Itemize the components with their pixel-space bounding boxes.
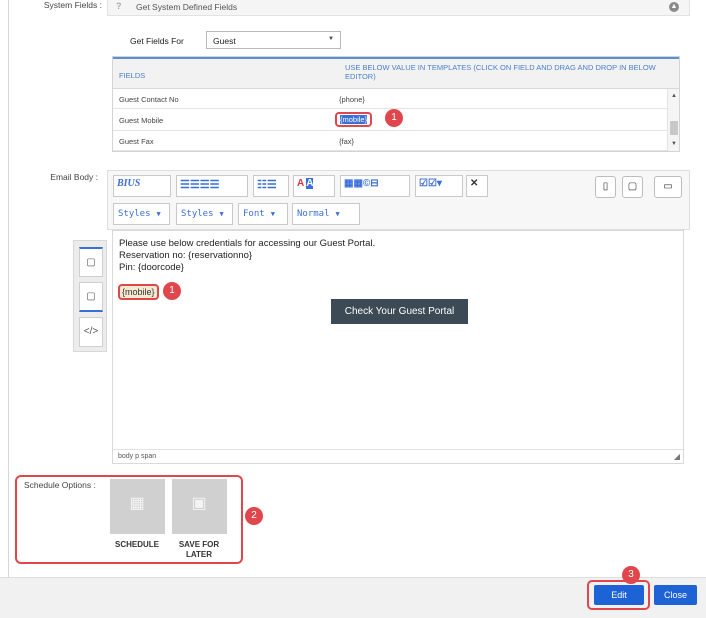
- tablet-view-icon[interactable]: ▢: [622, 176, 643, 198]
- background-color-icon[interactable]: A: [306, 178, 314, 189]
- field-name: Guest Fax: [119, 137, 154, 146]
- list-buttons[interactable]: ☷☰: [253, 175, 289, 197]
- styles-dropdown-2[interactable]: Styles ▼: [176, 203, 233, 225]
- step-badge: 1: [163, 282, 181, 300]
- source-code-icon: </>: [83, 326, 99, 337]
- field-value[interactable]: {phone}: [339, 95, 365, 104]
- preview-icon: ▢: [86, 291, 96, 302]
- system-fields-header-title: Get System Defined Fields: [136, 2, 238, 12]
- content-line: Please use below credentials for accessi…: [119, 238, 376, 249]
- mobile-view-icon[interactable]: ▯: [595, 176, 616, 198]
- chevron-down-icon: ▼: [270, 210, 275, 218]
- chevron-down-icon: ▼: [156, 210, 161, 218]
- get-fields-for-label: Get Fields For: [130, 36, 184, 46]
- table-row[interactable]: Guest Fax {fax}: [113, 131, 667, 151]
- field-name: Guest Mobile: [119, 116, 164, 125]
- field-value-text: {mobile}: [340, 115, 368, 124]
- tab-design[interactable]: ▢: [79, 247, 103, 277]
- editor-status-path: body p span: [113, 449, 683, 463]
- font-color-icon[interactable]: A: [297, 178, 304, 189]
- field-value-selected[interactable]: {mobile}: [335, 112, 373, 127]
- help-icon: ?: [116, 1, 122, 11]
- format-buttons[interactable]: BIUS: [113, 175, 171, 197]
- font-dropdown-label: Font: [243, 209, 265, 219]
- system-fields-label: System Fields :: [43, 0, 102, 10]
- styles-dropdown-1-label: Styles: [118, 209, 151, 219]
- scroll-up-icon[interactable]: ▲: [670, 93, 678, 99]
- get-fields-for-value: Guest: [213, 36, 236, 46]
- field-name: Guest Contact No: [119, 95, 179, 104]
- resize-handle-icon[interactable]: ◢: [674, 452, 680, 461]
- tab-preview[interactable]: ▢: [79, 282, 103, 312]
- scroll-down-icon[interactable]: ▼: [670, 141, 678, 147]
- step-badge: 1: [385, 109, 403, 127]
- edit-button[interactable]: Edit: [594, 585, 644, 605]
- column-header-fields: FIELDS: [119, 71, 146, 80]
- system-fields-header[interactable]: ? Get System Defined Fields ▲: [107, 0, 690, 16]
- save-for-later-caption[interactable]: SAVE FOR LATER: [168, 540, 230, 560]
- field-value[interactable]: {fax}: [339, 137, 354, 146]
- step-badge: 2: [245, 507, 263, 525]
- get-fields-for-select[interactable]: Guest ▼: [206, 31, 341, 49]
- column-header-value: USE BELOW VALUE IN TEMPLATES (CLICK ON F…: [345, 63, 656, 81]
- desktop-view-icon[interactable]: ▭: [654, 176, 682, 198]
- fullscreen-icon[interactable]: ✕: [466, 175, 488, 197]
- inserted-mobile-tag[interactable]: {mobile}: [118, 284, 159, 300]
- table-scrollbar[interactable]: ▲ ▼: [667, 89, 679, 151]
- content-line: Pin: {doorcode}: [119, 262, 184, 273]
- email-body-editor[interactable]: Please use below credentials for accessi…: [112, 230, 684, 464]
- styles-dropdown-2-label: Styles: [181, 209, 214, 219]
- schedule-options-label: Schedule Options :: [24, 480, 96, 490]
- design-icon: ▢: [86, 257, 96, 268]
- schedule-tile[interactable]: ▦: [110, 479, 165, 534]
- size-dropdown-label: Normal: [297, 209, 330, 219]
- table-row[interactable]: Guest Contact No {phone}: [113, 89, 667, 109]
- chevron-down-icon: ▼: [335, 210, 340, 218]
- scroll-thumb[interactable]: [670, 121, 678, 135]
- save-clock-icon: ▣: [191, 495, 207, 512]
- styles-dropdown-1[interactable]: Styles ▼: [113, 203, 170, 225]
- insert-buttons[interactable]: ▦▦©⊟: [340, 175, 410, 197]
- system-fields-table: FIELDS USE BELOW VALUE IN TEMPLATES (CLI…: [112, 56, 680, 152]
- chevron-down-icon: ▼: [328, 36, 334, 42]
- align-buttons[interactable]: ☰☰☰☰: [176, 175, 248, 197]
- email-body-label: Email Body :: [50, 172, 98, 182]
- save-for-later-tile[interactable]: ▣: [172, 479, 227, 534]
- editor-side-tabs: ▢ ▢ </>: [73, 240, 107, 352]
- calendar-clock-icon: ▦: [129, 495, 145, 512]
- color-buttons[interactable]: AA: [293, 175, 335, 197]
- chevron-down-icon: ▼: [219, 210, 224, 218]
- content-line: Reservation no: {reservationno}: [119, 250, 253, 261]
- size-dropdown[interactable]: Normal ▼: [292, 203, 360, 225]
- schedule-caption[interactable]: SCHEDULE: [106, 540, 168, 550]
- font-dropdown[interactable]: Font ▼: [238, 203, 288, 225]
- collapse-chevron-icon[interactable]: ▲: [669, 2, 679, 12]
- check-guest-portal-button[interactable]: Check Your Guest Portal: [331, 299, 468, 324]
- close-button[interactable]: Close: [654, 585, 697, 605]
- table-header: FIELDS USE BELOW VALUE IN TEMPLATES (CLI…: [113, 57, 679, 89]
- checkbox-buttons[interactable]: ☑☑▾: [415, 175, 463, 197]
- tab-source[interactable]: </>: [79, 317, 103, 347]
